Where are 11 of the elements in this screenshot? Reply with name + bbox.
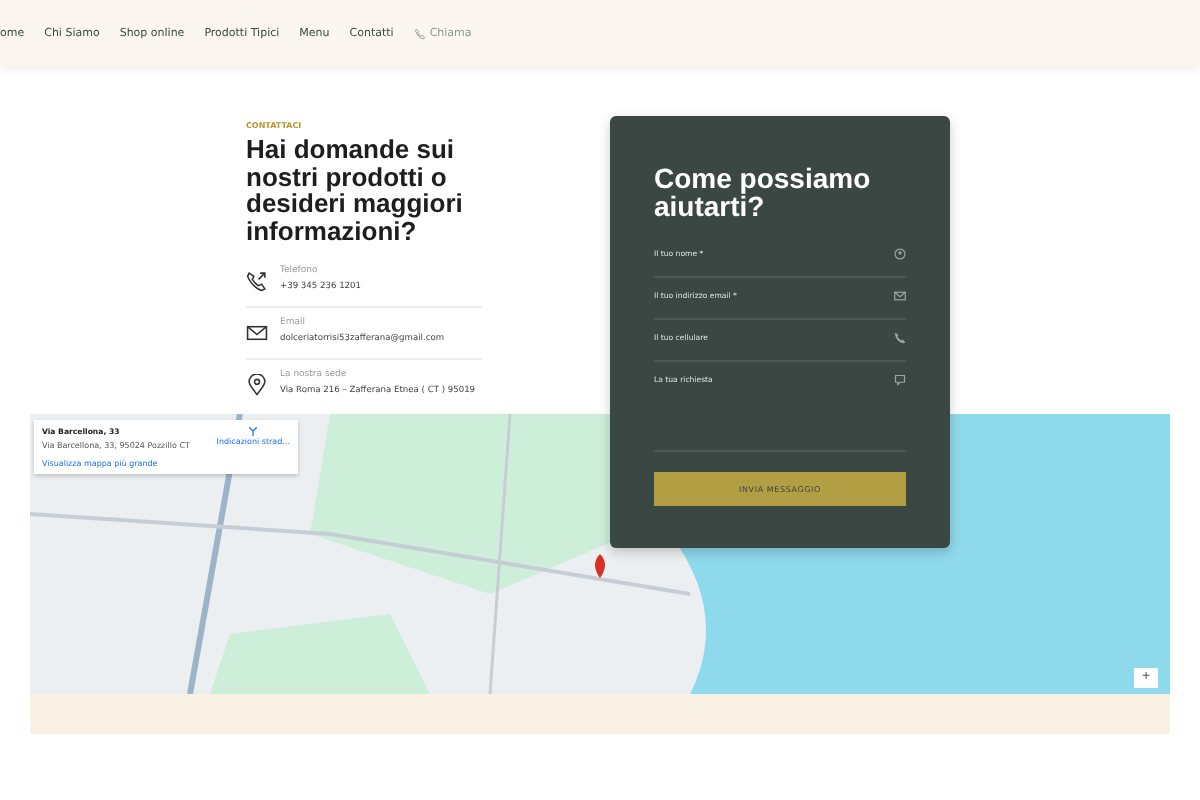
directions-icon (248, 426, 259, 436)
chat-icon (894, 374, 906, 386)
mail-icon (246, 322, 268, 344)
phone-icon (246, 270, 268, 292)
user-icon (894, 248, 906, 260)
location-pin-icon (246, 374, 268, 396)
mail-icon (894, 290, 906, 302)
phone-icon (894, 332, 906, 344)
section-heading: Hai domande sui nostri prodotti o desideri maggiori informazioni? (246, 136, 465, 244)
form-title: Come possiamo aiutarti? (654, 164, 873, 220)
phone-icon (413, 27, 426, 39)
